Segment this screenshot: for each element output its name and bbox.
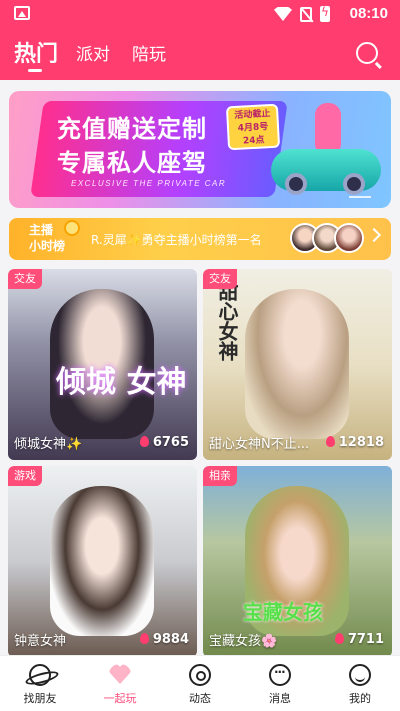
no-sim-icon <box>300 6 312 22</box>
room-tag: 相亲 <box>203 466 237 486</box>
nav-messages[interactable]: 消息 <box>240 656 320 711</box>
card-deco-text: 倾城 女神 <box>56 365 187 400</box>
nav-label: 一起玩 <box>103 692 137 705</box>
ranking-title: 主播 小时榜 <box>29 222 65 254</box>
flame-icon <box>139 633 149 644</box>
card-deco-text: 甜心女神 <box>215 281 239 361</box>
room-card[interactable]: 游戏 钟意女神 9884 <box>8 466 197 657</box>
bottom-nav: 找朋友 一起玩 动态 消息 我的 <box>0 655 400 711</box>
flame-icon <box>334 633 344 644</box>
tab-party[interactable]: 派对 <box>76 40 110 65</box>
message-icon <box>269 664 291 686</box>
nav-label: 动态 <box>189 692 211 705</box>
wifi-icon <box>274 7 292 21</box>
host-photo <box>245 289 349 439</box>
host-photo <box>50 486 154 636</box>
ranking-avatars <box>290 223 364 253</box>
planet-icon <box>29 664 51 686</box>
nav-label: 消息 <box>269 692 291 705</box>
active-tab-indicator <box>28 69 42 72</box>
flamingo-illustration <box>315 103 341 151</box>
room-card[interactable]: 甜心女神 交友 甜心女神N不止... 12818 <box>203 269 392 460</box>
badge-line1: 活动截止 <box>234 109 271 121</box>
nav-label: 找朋友 <box>23 692 57 705</box>
card-deco-text: 宝藏女孩 <box>243 600 323 624</box>
nav-me[interactable]: 我的 <box>320 656 400 711</box>
profile-icon <box>349 664 371 686</box>
room-card[interactable]: 倾城 女神 交友 倾城女神✨ 6765 <box>8 269 197 460</box>
nav-play-together[interactable]: 一起玩 <box>80 656 160 711</box>
popularity-count: 9884 <box>139 632 189 647</box>
moments-icon <box>189 664 211 686</box>
chevron-right-icon <box>366 227 382 243</box>
banner-page-indicator <box>349 196 371 198</box>
ranking-title-line2: 小时榜 <box>29 239 66 253</box>
banner-line2: 专属私人座驾 <box>57 149 207 177</box>
heart-icon <box>109 664 131 684</box>
banner-line1: 充值赠送定制 <box>57 115 207 143</box>
car-wheel <box>285 173 307 195</box>
room-tag: 交友 <box>8 269 42 289</box>
status-bar: 08:10 <box>0 0 400 28</box>
hourly-ranking-bar[interactable]: 主播 小时榜 R.灵犀✨勇夺主播小时榜第一名 <box>9 218 391 260</box>
popularity-count: 6765 <box>139 435 189 450</box>
battery-charging-icon <box>320 5 330 22</box>
promo-banner[interactable]: 充值赠送定制 专属私人座驾 EXCLUSIVE THE PRIVATE CAR … <box>9 91 391 208</box>
banner-deadline-badge: 活动截止 4月8号 24点 <box>225 103 281 151</box>
nav-label: 我的 <box>349 692 371 705</box>
ranking-title-line1: 主播 <box>29 223 54 237</box>
avatar <box>334 223 364 253</box>
room-name: 钟意女神 <box>14 634 67 649</box>
popularity-count: 7711 <box>334 632 384 647</box>
car-wheel <box>343 173 365 195</box>
flame-icon <box>325 436 335 447</box>
nav-moments[interactable]: 动态 <box>160 656 240 711</box>
room-name: 甜心女神N不止... <box>209 437 310 452</box>
status-time: 08:10 <box>349 5 388 22</box>
flame-icon <box>139 436 149 447</box>
popularity-count: 12818 <box>325 435 384 450</box>
coin-icon <box>64 220 80 236</box>
nav-find-friends[interactable]: 找朋友 <box>0 656 80 711</box>
room-tag: 游戏 <box>8 466 42 486</box>
gallery-icon <box>14 6 30 20</box>
tab-companion[interactable]: 陪玩 <box>132 40 166 65</box>
room-name: 倾城女神✨ <box>14 437 83 452</box>
badge-line3: 24点 <box>242 135 265 147</box>
top-tab-bar: 热门 派对 陪玩 <box>0 28 400 80</box>
room-tag: 交友 <box>203 269 237 289</box>
room-name: 宝藏女孩🌸 <box>209 634 278 649</box>
search-icon[interactable] <box>356 42 378 64</box>
tab-hot[interactable]: 热门 <box>14 36 58 68</box>
ranking-text: R.灵犀✨勇夺主播小时榜第一名 <box>91 233 262 247</box>
banner-english: EXCLUSIVE THE PRIVATE CAR <box>71 179 227 188</box>
room-card[interactable]: 宝藏女孩 相亲 宝藏女孩🌸 7711 <box>203 466 392 657</box>
